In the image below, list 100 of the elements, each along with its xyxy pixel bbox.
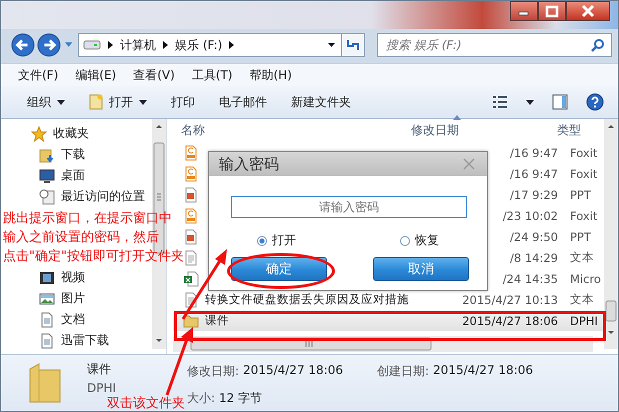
dialog-button[interactable]: 确定: [231, 257, 327, 281]
chevron-icon: [108, 41, 114, 49]
radio-button[interactable]: [400, 236, 410, 246]
date-cell-text: /16 9:47: [510, 146, 559, 160]
column-header[interactable]: 类型: [557, 122, 581, 139]
detail-value: 2015/4/27 18:06: [433, 363, 533, 379]
type-cell-text: Foxit: [570, 146, 598, 160]
pdf-file-icon: [183, 166, 199, 182]
sidebar-item[interactable]: 图片: [61, 290, 85, 307]
folder-icon: [29, 363, 61, 403]
scrollbar[interactable]: [604, 119, 618, 349]
detail-label: 创建日期:: [377, 363, 430, 380]
caret-icon[interactable]: [526, 100, 534, 104]
password-field[interactable]: 请输入密码: [231, 196, 467, 218]
type-cell-text: Foxit: [570, 208, 598, 222]
type-cell-text: 文本: [570, 250, 595, 265]
sidebar-item[interactable]: 迅雷下载: [61, 332, 109, 349]
detail-label: 修改日期:: [187, 363, 240, 380]
dialog-button[interactable]: 取消: [373, 257, 469, 281]
chevron-icon: [229, 41, 234, 49]
address-bar[interactable]: 计算机 娱乐 (F:): [78, 33, 342, 57]
radio-button[interactable]: [257, 236, 267, 246]
presentation-file-icon: [183, 186, 199, 202]
film-icon: [39, 270, 55, 286]
menu-item[interactable]: 文件(F): [18, 67, 58, 83]
date-cell-text: /23 10:02: [502, 208, 559, 222]
item-type: DPHI: [87, 381, 116, 395]
radio-option[interactable]: 恢复: [400, 232, 439, 249]
toolbar-button[interactable]: 电子邮件: [211, 90, 275, 114]
item-name: 课件: [87, 361, 111, 378]
sidebar-item[interactable]: 视频: [61, 269, 85, 286]
radio-option[interactable]: 打开: [257, 232, 296, 249]
dialog-title: 输入密码: [219, 154, 279, 174]
annotation-text: 双击该文件夹: [107, 396, 185, 411]
breadcrumb[interactable]: 计算机: [120, 36, 156, 54]
annotation-text: 点击"确定"按钮即可打开文件夹: [3, 248, 184, 266]
star-icon: [31, 126, 47, 142]
date-cell-text: /24 9:50: [510, 230, 559, 244]
help-icon[interactable]: [586, 93, 604, 111]
type-cell-text: Foxit: [570, 166, 598, 180]
sidebar-item[interactable]: 文档: [61, 311, 85, 328]
pdf-file-icon: [183, 144, 199, 160]
view-list-icon[interactable]: [492, 95, 508, 109]
preview-pane-icon[interactable]: [552, 94, 568, 110]
sidebar-item[interactable]: 收藏夹: [53, 125, 89, 142]
column-header[interactable]: 修改日期: [411, 122, 557, 139]
sidebar-item[interactable]: 桌面: [61, 167, 85, 184]
menu-item[interactable]: 查看(V): [133, 67, 175, 83]
date-cell-text: 2015/4/27 10:13: [462, 292, 559, 306]
sort-arrow-icon: [453, 115, 461, 120]
caret-icon: [57, 100, 65, 104]
clock-document-icon: [39, 188, 55, 204]
picture-icon: [39, 290, 55, 306]
annotation-text: 输入之前设置的密码，然后: [3, 229, 159, 247]
type-cell-text: Micro: [570, 272, 602, 286]
menu-item[interactable]: 帮助(H): [250, 67, 292, 83]
annotation-text: 跳出提示窗口，在提示窗口中: [3, 210, 172, 228]
pdf-file-icon: [183, 208, 199, 224]
chevron-icon: [163, 41, 168, 49]
type-cell-text: PPT: [570, 188, 592, 202]
drive-icon: [83, 40, 102, 50]
toolbar-button[interactable]: 打印: [163, 90, 203, 114]
sidebar-item[interactable]: 最近访问的位置: [61, 188, 145, 205]
document-icon: [89, 94, 103, 110]
toolbar-button[interactable]: 新建文件夹: [283, 90, 359, 114]
type-cell-text: DPHI: [570, 314, 599, 328]
date-cell-text: /8 14:29: [510, 250, 559, 264]
monitor-icon: [39, 168, 55, 184]
date-cell-text: /24 14:35: [502, 272, 559, 286]
detail-label: 大小:: [187, 390, 216, 407]
presentation-file-icon: [183, 228, 199, 244]
refresh-icon[interactable]: [345, 38, 362, 52]
sidebar-item[interactable]: 下载: [61, 146, 85, 163]
refresh-button[interactable]: [341, 33, 366, 57]
type-cell-text: 文本: [570, 292, 595, 307]
caret-icon: [139, 100, 147, 104]
document-icon: [39, 312, 55, 328]
toolbar-button[interactable]: 打开: [81, 90, 155, 114]
menu-item[interactable]: 工具(T): [192, 67, 232, 83]
caret-icon: [328, 42, 336, 48]
back-button[interactable]: [11, 32, 35, 58]
document-icon: [39, 332, 55, 348]
forward-button[interactable]: [36, 32, 61, 58]
text-file-icon: [183, 250, 199, 266]
spreadsheet-file-icon: [183, 270, 199, 286]
toolbar-button[interactable]: 组织: [19, 90, 73, 114]
date-cell-text: 2015/4/27 18:06: [462, 314, 559, 328]
close-button[interactable]: [566, 1, 610, 21]
date-cell-text: /16 9:47: [510, 166, 559, 180]
folder-arrow-icon: [39, 146, 55, 162]
detail-value: 12 字节: [219, 390, 262, 407]
column-header[interactable]: 名称: [173, 122, 411, 139]
file-name[interactable]: 课件: [205, 313, 229, 328]
file-name[interactable]: 转换文件硬盘数据丢失原因及应对措施: [205, 292, 409, 307]
folder-icon: [183, 312, 199, 328]
detail-value: 2015/4/27 18:06: [243, 363, 343, 379]
search-icon[interactable]: [591, 38, 606, 52]
menu-item[interactable]: 编辑(E): [75, 67, 116, 83]
breadcrumb[interactable]: 娱乐 (F:): [175, 36, 222, 54]
search-field[interactable]: 搜索 娱乐 (F:): [377, 33, 612, 57]
